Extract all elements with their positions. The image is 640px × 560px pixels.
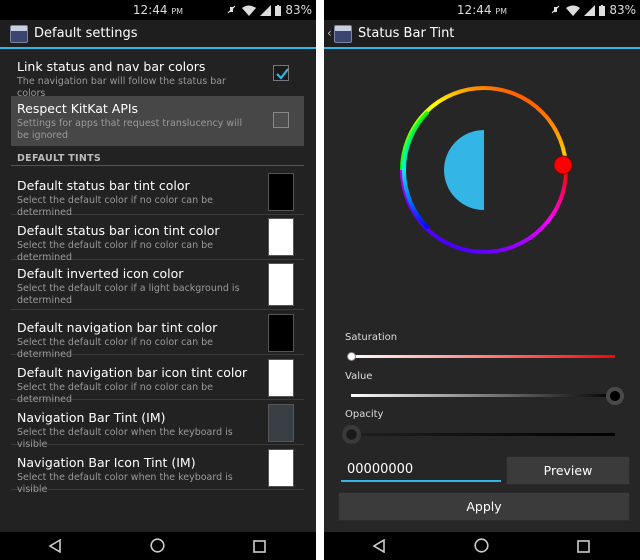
status-bar-tint-screen: 12:44 PM 83% ‹ Status Bar Tint Saturatio…	[324, 0, 640, 560]
link-colors-preference[interactable]: Link status and nav bar colors The navig…	[11, 55, 304, 99]
battery-percent: 83%	[609, 3, 636, 17]
kitkat-apis-preference[interactable]: Respect KitKat APIs Settings for apps th…	[11, 96, 304, 146]
color-swatch[interactable]	[268, 263, 294, 306]
hue-thumb[interactable]	[553, 155, 573, 175]
opacity-slider[interactable]	[351, 433, 615, 436]
mute-icon	[226, 4, 238, 16]
app-icon[interactable]	[10, 25, 28, 43]
pref-subtitle: Select the default color if a light back…	[17, 283, 240, 306]
status-bar: 12:44 PM 83%	[324, 0, 640, 20]
back-icon[interactable]	[372, 538, 386, 557]
pref-title: Default navigation bar tint color	[17, 320, 218, 335]
color-swatch[interactable]	[268, 218, 294, 256]
value-thumb[interactable]	[606, 387, 624, 405]
pref-title: Default navigation bar icon tint color	[17, 365, 248, 380]
color-wheel[interactable]	[394, 80, 574, 260]
color-swatch[interactable]	[268, 404, 294, 442]
mute-icon	[550, 4, 562, 16]
section-divider	[11, 165, 304, 166]
opacity-thumb[interactable]	[341, 425, 361, 444]
tint-row-status-bar[interactable]: Default status bar tint color Select the…	[11, 170, 304, 218]
home-icon[interactable]	[474, 538, 489, 557]
app-icon[interactable]	[334, 25, 352, 43]
saturation-thumb[interactable]	[346, 352, 356, 361]
saturation-label: Saturation	[345, 332, 398, 343]
pref-title: Default status bar tint color	[17, 178, 190, 193]
value-label: Value	[345, 371, 373, 382]
recents-icon[interactable]	[577, 538, 590, 557]
check-icon	[276, 68, 289, 80]
color-swatch[interactable]	[268, 359, 294, 397]
pref-title: Navigation Bar Icon Tint (IM)	[17, 455, 196, 470]
tint-row-nav-bar-icon[interactable]: Default navigation bar icon tint color S…	[11, 355, 304, 405]
tint-row-status-bar-icon[interactable]: Default status bar icon tint color Selec…	[11, 215, 304, 263]
battery-icon	[599, 4, 606, 16]
value-slider[interactable]	[351, 394, 615, 397]
pref-title: Respect KitKat APIs	[17, 101, 139, 116]
section-header: DEFAULT TINTS	[17, 153, 102, 164]
tint-row-nav-bar[interactable]: Default navigation bar tint color Select…	[11, 310, 304, 360]
opacity-label: Opacity	[345, 409, 384, 420]
saturation-slider[interactable]	[351, 355, 615, 358]
wifi-icon	[242, 5, 257, 16]
tint-row-nav-bar-im[interactable]: Navigation Bar Tint (IM) Select the defa…	[11, 400, 304, 450]
action-bar: Default settings	[0, 20, 316, 49]
navigation-bar	[0, 532, 316, 560]
tint-row-inverted-icon[interactable]: Default inverted icon color Select the d…	[11, 260, 304, 310]
color-swatch[interactable]	[268, 314, 294, 352]
battery-percent: 83%	[285, 3, 312, 17]
color-swatch[interactable]	[268, 449, 294, 487]
color-swatch[interactable]	[268, 173, 294, 211]
action-bar: ‹ Status Bar Tint	[324, 20, 640, 49]
tint-row-nav-bar-icon-im[interactable]: Navigation Bar Icon Tint (IM) Select the…	[11, 445, 304, 495]
link-colors-checkbox[interactable]	[273, 65, 289, 81]
page-title: Status Bar Tint	[358, 26, 455, 41]
hex-color-input[interactable]	[341, 458, 501, 482]
pref-subtitle: Settings for apps that request transluce…	[17, 118, 243, 141]
color-preview-previous	[484, 130, 524, 210]
recents-icon[interactable]	[253, 538, 266, 557]
pref-title: Link status and nav bar colors	[17, 59, 206, 74]
signal-icon	[584, 4, 596, 16]
pref-subtitle: Select the default color when the keyboa…	[17, 472, 233, 495]
pref-title: Navigation Bar Tint (IM)	[17, 410, 166, 425]
pref-title: Default status bar icon tint color	[17, 223, 220, 238]
page-title: Default settings	[34, 26, 138, 41]
color-preview-half	[444, 130, 484, 210]
back-icon[interactable]	[48, 538, 62, 557]
apply-button[interactable]: Apply	[338, 492, 630, 521]
preview-button[interactable]: Preview	[506, 456, 630, 485]
status-bar: 12:44 PM 83%	[0, 0, 316, 20]
wifi-icon	[566, 5, 581, 16]
up-caret-icon[interactable]: ‹	[327, 26, 332, 40]
kitkat-apis-checkbox[interactable]	[273, 112, 289, 128]
home-icon[interactable]	[150, 538, 165, 557]
pref-title: Default inverted icon color	[17, 266, 184, 281]
signal-icon	[260, 4, 272, 16]
default-settings-screen: 12:44 PM 83% Default settings Link statu…	[0, 0, 316, 560]
navigation-bar	[324, 532, 640, 560]
battery-icon	[275, 4, 282, 16]
